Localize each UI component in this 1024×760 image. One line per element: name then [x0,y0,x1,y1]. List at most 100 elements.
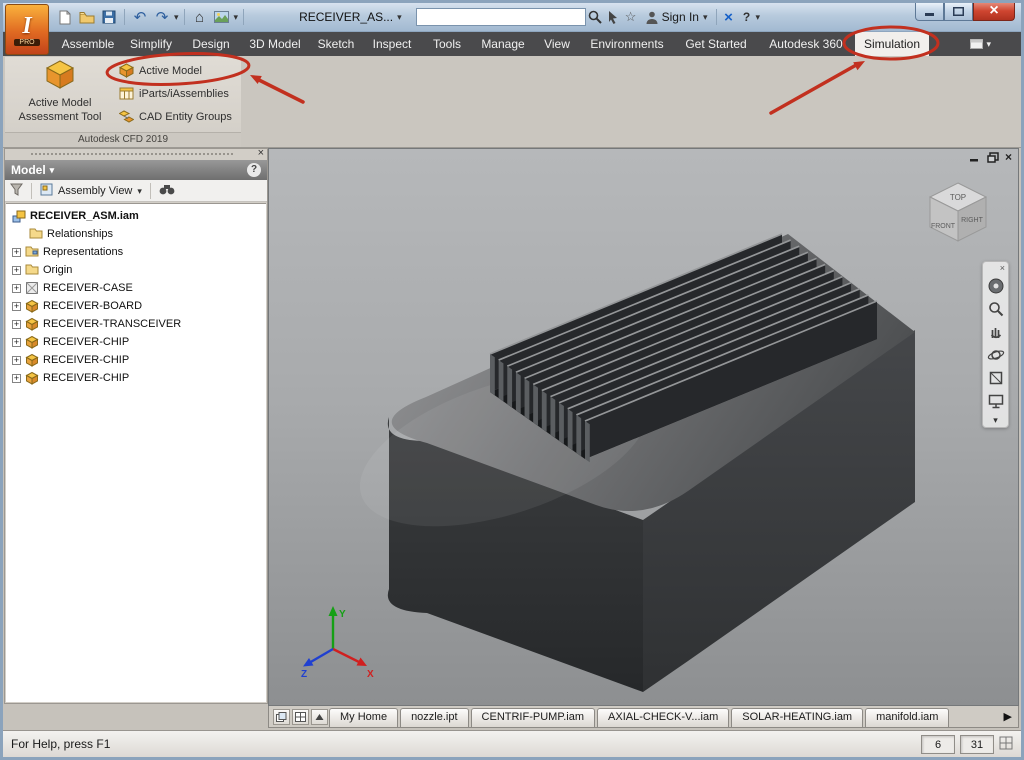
cfd-panel-title[interactable]: Autodesk CFD 2019 [5,132,241,147]
doc-tab-axial-check-valve[interactable]: AXIAL-CHECK-V...iam [597,708,730,727]
doc-title-dropdown-icon[interactable]: ▾ [397,12,402,22]
search-icon[interactable] [586,8,604,26]
ribbon-tab-tools[interactable]: Tools [423,32,471,56]
expand-icon[interactable]: + [12,265,21,275]
expand-icon[interactable]: + [12,301,21,311]
browser-title-dropdown-icon[interactable]: ▾ [50,165,55,175]
assembly-view-selector[interactable]: Assembly View [58,185,132,197]
undo-button[interactable]: ↶ [130,7,150,27]
search-input[interactable] [415,8,586,26]
zoom-icon[interactable] [987,300,1005,318]
doc-minimize-icon[interactable] [969,152,981,163]
doc-tab-centrif-pump[interactable]: CENTRIF-PUMP.iam [470,708,596,727]
search-binoculars-icon[interactable] [159,183,175,198]
ribbon-tab-inspect[interactable]: Inspect [364,32,420,56]
ribbon-tab-get-started[interactable]: Get Started [675,32,757,56]
active-model-assessment-tool-button[interactable]: Active Model Assessment Tool [9,58,111,131]
ribbon-display-toggle[interactable]: ▾ [970,32,991,56]
viewcube-right-face[interactable]: RIGHT [961,217,984,224]
doc-tab-solar-heating[interactable]: SOLAR-HEATING.iam [731,708,864,727]
expand-icon[interactable]: + [12,355,21,365]
status-bar: For Help, press F1 6 31 [3,730,1021,757]
assembly-view-icon[interactable] [40,183,53,199]
viewcube-front-face[interactable]: FRONT [931,223,956,230]
qat-dropdown-icon[interactable]: ▾ [234,12,239,22]
navigation-wheel-icon[interactable] [987,277,1005,295]
expand-icon[interactable]: + [12,373,21,383]
doc-tab-manifold[interactable]: manifold.iam [865,708,950,727]
exchange-apps-icon[interactable]: × [720,8,738,26]
browser-close-icon[interactable]: × [258,147,264,159]
model-browser-panel: × Model ▾ ? Assembly View ▾ RECEIVER_ASM… [4,147,268,704]
ribbon-tab-simplify[interactable]: Simplify [122,32,180,56]
tree-item-receiver-board[interactable]: + RECEIVER-BOARD [6,297,266,315]
tree-item-receiver-chip-3[interactable]: + RECEIVER-CHIP [6,369,266,387]
redo-button[interactable]: ↷ [152,7,172,27]
doc-tab-nozzle[interactable]: nozzle.ipt [400,708,469,727]
save-button[interactable] [99,7,119,27]
expand-icon[interactable]: + [12,319,21,329]
tile-windows-icon[interactable] [292,709,309,725]
cad-entity-groups-button[interactable]: CAD Entity Groups [115,105,239,128]
screen-fit-icon[interactable] [987,392,1005,410]
ribbon-tab-autodesk-360[interactable]: Autodesk 360 [760,32,852,56]
tree-item-receiver-case[interactable]: + RECEIVER-CASE [6,279,266,297]
render-button[interactable] [212,7,232,27]
doc-close-icon[interactable]: × [1005,151,1012,163]
orbit-icon[interactable] [987,346,1005,364]
doc-tab-my-home[interactable]: My Home [329,708,399,727]
view-cube[interactable]: TOP FRONT RIGHT [920,175,996,251]
navbar-close-icon[interactable]: × [1000,264,1005,273]
pan-icon[interactable] [987,323,1005,341]
graphics-viewport[interactable]: × TOP FRONT RIGHT × ▾ Y X Z [268,148,1019,706]
select-tool-icon[interactable] [604,8,622,26]
maximize-button[interactable] [944,3,973,21]
viewcube-top-face[interactable]: TOP [950,193,966,202]
new-file-button[interactable] [55,7,75,27]
minimize-button[interactable] [915,3,944,21]
redo-dropdown-icon[interactable]: ▾ [174,12,179,22]
ribbon-tab-design[interactable]: Design [183,32,239,56]
browser-grip[interactable]: × [5,147,267,160]
iparts-iassemblies-button[interactable]: iParts/iAssemblies [115,82,239,105]
application-menu-button[interactable]: I PRO [5,4,49,55]
status-grid-icon[interactable] [999,736,1013,753]
ribbon-tab-sketch[interactable]: Sketch [311,32,361,56]
open-file-button[interactable] [77,7,97,27]
tree-item-receiver-transceiver[interactable]: + RECEIVER-TRANSCEIVER [6,315,266,333]
ribbon-tab-assemble[interactable]: Assemble [57,32,119,56]
navbar-more-icon[interactable]: ▾ [993,415,998,425]
favorites-star-icon[interactable]: ☆ [622,8,640,26]
look-at-icon[interactable] [987,369,1005,387]
ribbon-tab-view[interactable]: View [535,32,579,56]
help-button[interactable]: ? [738,8,756,26]
next-tab-arrow-icon[interactable]: ▶ [1004,707,1012,727]
expand-icon[interactable]: + [12,337,21,347]
expand-tabs-icon[interactable] [311,709,328,725]
doc-restore-icon[interactable] [987,152,999,163]
arrange-windows-icon[interactable] [273,709,290,725]
tree-item-receiver-chip-2[interactable]: + RECEIVER-CHIP [6,351,266,369]
sign-in-dropdown-icon[interactable]: ▾ [703,12,708,22]
tree-item-relationships[interactable]: Relationships [6,225,266,243]
home-button[interactable]: ⌂ [190,7,210,27]
expand-icon[interactable]: + [12,283,21,293]
drag-handle-icon[interactable] [31,153,233,155]
ribbon-tab-environments[interactable]: Environments [582,32,672,56]
browser-help-icon[interactable]: ? [247,163,261,177]
ribbon-tab-simulation[interactable]: Simulation [855,32,929,56]
tree-item-representations[interactable]: + Representations [6,243,266,261]
tree-item-origin[interactable]: + Origin [6,261,266,279]
help-dropdown-icon[interactable]: ▾ [756,12,761,22]
ribbon-tab-3d-model[interactable]: 3D Model [242,32,308,56]
browser-header[interactable]: Model ▾ ? [5,160,267,180]
tree-item-assembly-root[interactable]: RECEIVER_ASM.iam [6,207,266,225]
close-button[interactable]: × [973,3,1015,21]
sign-in-button[interactable]: Sign In ▾ [646,10,708,24]
view-selector-dropdown-icon[interactable]: ▾ [137,186,142,196]
filter-icon[interactable] [10,183,23,199]
active-model-button[interactable]: Active Model [115,59,239,82]
ribbon-tab-manage[interactable]: Manage [474,32,532,56]
tree-item-receiver-chip-1[interactable]: + RECEIVER-CHIP [6,333,266,351]
expand-icon[interactable]: + [12,247,21,257]
